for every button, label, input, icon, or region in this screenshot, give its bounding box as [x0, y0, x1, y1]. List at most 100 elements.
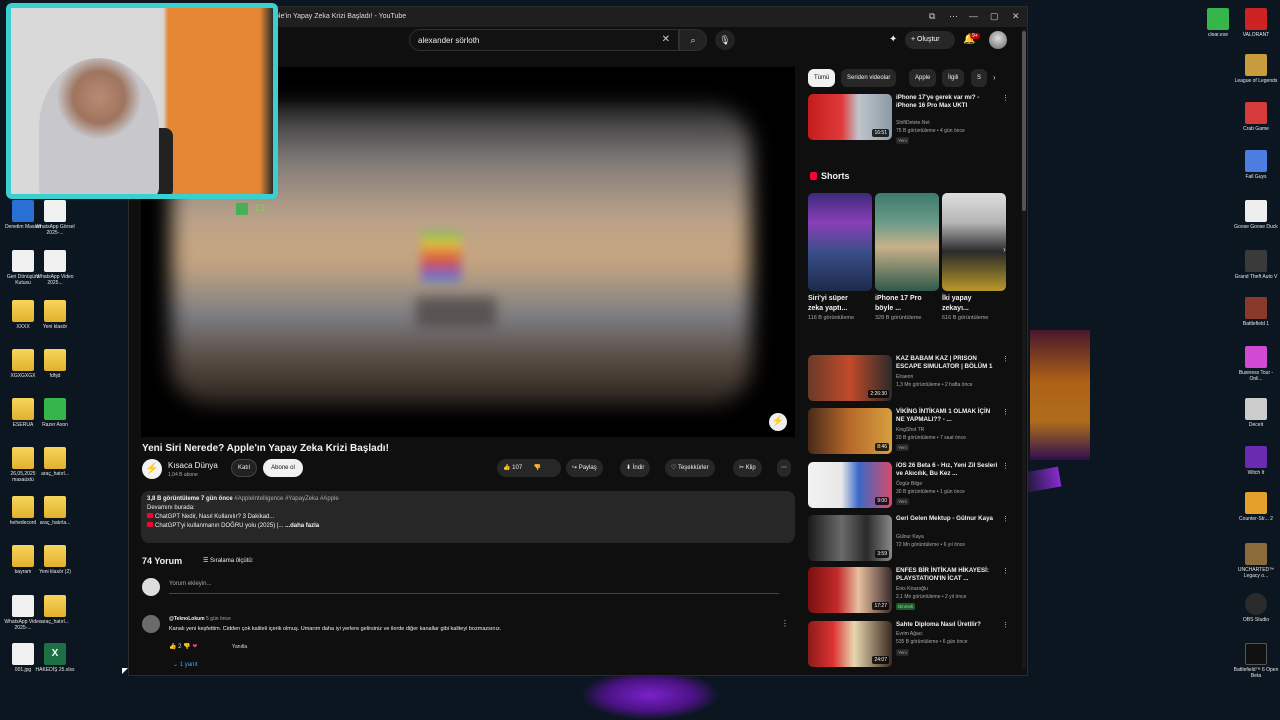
comment-menu-icon[interactable]: ⋮ — [781, 619, 789, 628]
more-icon[interactable]: ⋮ — [1002, 408, 1009, 416]
chip-apple[interactable]: Apple — [909, 69, 937, 87]
video-thumbnail[interactable]: 8:46 — [808, 408, 892, 454]
join-button[interactable]: Katıl — [231, 459, 257, 477]
download-button[interactable]: ⬇ İndir — [620, 459, 651, 477]
crab-game-icon — [1245, 102, 1267, 124]
short-thumbnail[interactable] — [808, 193, 872, 291]
thanks-button[interactable]: ♡ Teşekkürler — [665, 459, 715, 477]
chip-all[interactable]: Tümü — [808, 69, 836, 87]
more-icon[interactable]: ⋮ — [1002, 94, 1009, 102]
channel-name[interactable]: Kısaca Dünya — [168, 461, 218, 470]
recommendation-item[interactable]: 17:27 ENFES BİR İNTİKAM HİKAYESİ: PLAYST… — [808, 567, 1009, 617]
comment-author-avatar[interactable] — [142, 615, 160, 633]
clear-search-icon[interactable]: ✕ — [662, 34, 670, 45]
recommendation-item[interactable]: 16:51 iPhone 17'ye gerek var mı? - iPhon… — [808, 94, 1009, 144]
desktop-icon-valorant[interactable]: VALORANT — [1233, 8, 1279, 38]
desktop-icon-bf1[interactable]: Battlefield 1 — [1233, 297, 1279, 327]
chip-series[interactable]: Seriden videolar — [841, 69, 897, 87]
search-input[interactable]: alexander sörloth ✕ — [409, 29, 679, 51]
more-actions-button[interactable]: ⋯ — [777, 459, 791, 477]
more-icon[interactable]: ⋮ — [1002, 567, 1009, 575]
video-thumbnail[interactable]: 17:27 — [808, 567, 892, 613]
recommendation-item[interactable]: 2:26:30 KAZ BABAM KAZ | PRISON ESCAPE SI… — [808, 355, 1009, 405]
desktop-icon-whatsapp-image[interactable]: WhatsApp Görsel 2025-... — [32, 200, 78, 236]
reply-button[interactable]: Yanıtla — [232, 644, 247, 650]
desktop-icon-uncharted[interactable]: UNCHARTED™ Legacy o... — [1233, 543, 1279, 579]
recommendation-item[interactable]: 3:59 Geri Gelen Mektup - Gülnur Kaya Gül… — [808, 515, 1009, 565]
desktop-folder-fdhjd[interactable]: fdhjd — [32, 349, 78, 379]
desktop-icon-obs[interactable]: OBS Studio — [1233, 593, 1279, 623]
account-avatar[interactable] — [989, 31, 1007, 49]
clip-button[interactable]: ✂ Klip — [733, 459, 762, 477]
more-icon[interactable]: ⋮ — [1002, 355, 1009, 363]
desktop-icon-gta[interactable]: Grand Theft Auto V — [1233, 250, 1279, 280]
recommendation-item[interactable]: 8:46 VİKİNG İNTİKAMI 1 OLMAK İÇİN NE YAP… — [808, 408, 1009, 458]
desktop-folder-new2[interactable]: Yeni klasör (2) — [32, 545, 78, 575]
gemini-sparkle-icon[interactable]: ✦ — [889, 34, 897, 45]
desktop-icon-lol[interactable]: League of Legends — [1233, 54, 1279, 84]
chevron-right-icon[interactable]: › — [993, 73, 996, 82]
sort-button[interactable]: ☰ Sıralama ölçütü: — [203, 557, 253, 564]
video-thumbnail[interactable]: 3:59 — [808, 515, 892, 561]
more-icon[interactable]: ⋮ — [1002, 621, 1009, 629]
desktop-folder-arac1[interactable]: araç_hatırl... — [32, 447, 78, 477]
player-extension-button[interactable]: ⚡ — [769, 413, 787, 431]
create-button[interactable]: + Oluştur — [905, 31, 955, 49]
show-more-link[interactable]: ...daha fazla — [285, 523, 319, 529]
desktop-icon-hakedis[interactable]: X HAKEDİŞ 25.xlsx — [32, 643, 78, 673]
video-thumbnail[interactable]: 24:07 — [808, 621, 892, 667]
more-icon[interactable]: ⋮ — [1002, 462, 1009, 470]
chevron-right-icon[interactable]: › — [1003, 245, 1006, 254]
short-item[interactable]: İki yapay zekayı... 616 B görüntüleme — [942, 193, 1006, 322]
desktop-icon-business-tour[interactable]: Business Tour - Onli... — [1233, 346, 1279, 382]
short-item[interactable]: Siri'yi süper zeka yaptı... 116 B görünt… — [808, 193, 872, 322]
comment-like-count: 2 — [178, 644, 182, 650]
view-replies-button[interactable]: ⌄ 1 yanıt — [173, 661, 198, 668]
search-button[interactable]: ⌕ — [679, 29, 707, 51]
description-box[interactable]: 3,8 B görüntüleme 7 gün önce #AppleIntel… — [141, 491, 795, 543]
close-button[interactable]: ✕ — [1012, 11, 1020, 22]
subscribe-button[interactable]: Abone ol — [263, 459, 303, 477]
minimize-button[interactable]: — — [969, 11, 978, 21]
video-thumbnail[interactable]: 2:26:30 — [808, 355, 892, 401]
desktop-icon-razer-axon[interactable]: Razer Axon — [32, 398, 78, 428]
short-thumbnail[interactable] — [875, 193, 939, 291]
comment-input[interactable]: Yorum ekleyin... — [169, 581, 779, 594]
video-thumbnail[interactable]: 9:00 — [808, 462, 892, 508]
desktop-folder-arac3[interactable]: araç_hatırl... — [32, 595, 78, 625]
recommendation-item[interactable]: 9:00 iOS 26 Beta 6 - Hız, Yeni Zil Sesle… — [808, 462, 1009, 512]
desktop-icon-bf6[interactable]: Battlefield™ 6 Open Beta — [1233, 643, 1279, 679]
more-options-icon[interactable]: ⋯ — [949, 11, 958, 22]
page-scrollbar[interactable] — [1022, 29, 1026, 669]
desktop-icon-whatsapp-video[interactable]: WhatsApp Video 2025... — [32, 250, 78, 286]
chip-more[interactable]: S — [971, 69, 988, 87]
desktop-folder-new[interactable]: Yeni klasör — [32, 300, 78, 330]
desktop-icon-cs2[interactable]: Counter-Str... 2 — [1233, 492, 1279, 522]
like-dislike-button[interactable]: 👍 107 👎 — [497, 459, 561, 477]
league-of-legends-icon — [1245, 54, 1267, 76]
thumbs-down-icon[interactable]: 👎 — [183, 644, 190, 650]
short-item[interactable]: iPhone 17 Pro böyle ... 328 B görüntülem… — [875, 193, 939, 322]
video-thumbnail[interactable]: 16:51 — [808, 94, 892, 140]
more-icon[interactable]: ⋮ — [1002, 515, 1009, 523]
maximize-button[interactable]: ▢ — [990, 11, 999, 22]
chip-related[interactable]: İlgili — [942, 69, 965, 87]
comment-author[interactable]: @TeknoLokum 5 gün önce — [169, 616, 231, 622]
tab-search-icon[interactable]: ⧉ — [929, 11, 935, 22]
voice-search-button[interactable]: 🎙 — [715, 30, 735, 50]
desktop-icon-goose[interactable]: Goose Goose Duck — [1233, 200, 1279, 230]
desktop-icon-deceit[interactable]: Deceit — [1233, 398, 1279, 428]
desktop-icon-fall-guys[interactable]: Fall Guys — [1233, 150, 1279, 180]
description-tags[interactable]: #AppleIntelligence #YapayZeka #Apple — [234, 496, 338, 502]
channel-avatar[interactable]: ⚡ — [142, 459, 162, 479]
desktop-folder-arac2[interactable]: araç_hatırla... — [32, 496, 78, 526]
desktop-icon-crab-game[interactable]: Crab Game — [1233, 102, 1279, 132]
short-thumbnail[interactable] — [942, 193, 1006, 291]
desktop-icon-witch-it[interactable]: Witch It — [1233, 446, 1279, 476]
comment-like-button[interactable]: 👍 2 👎 ❤ — [169, 643, 197, 650]
recommendation-item[interactable]: 24:07 Sahte Diploma Nasıl Üretilir? Evri… — [808, 621, 1009, 671]
description-link-1[interactable]: ChatGPT Nedir, Nasıl Kullanılır? 3 Dakik… — [155, 514, 274, 520]
scrollbar-thumb[interactable] — [1022, 31, 1026, 211]
share-button[interactable]: ↪ Paylaş — [566, 459, 603, 477]
description-link-2[interactable]: ChatGPT'yi kullanmanın DOĞRU yolu (2025)… — [155, 523, 283, 529]
